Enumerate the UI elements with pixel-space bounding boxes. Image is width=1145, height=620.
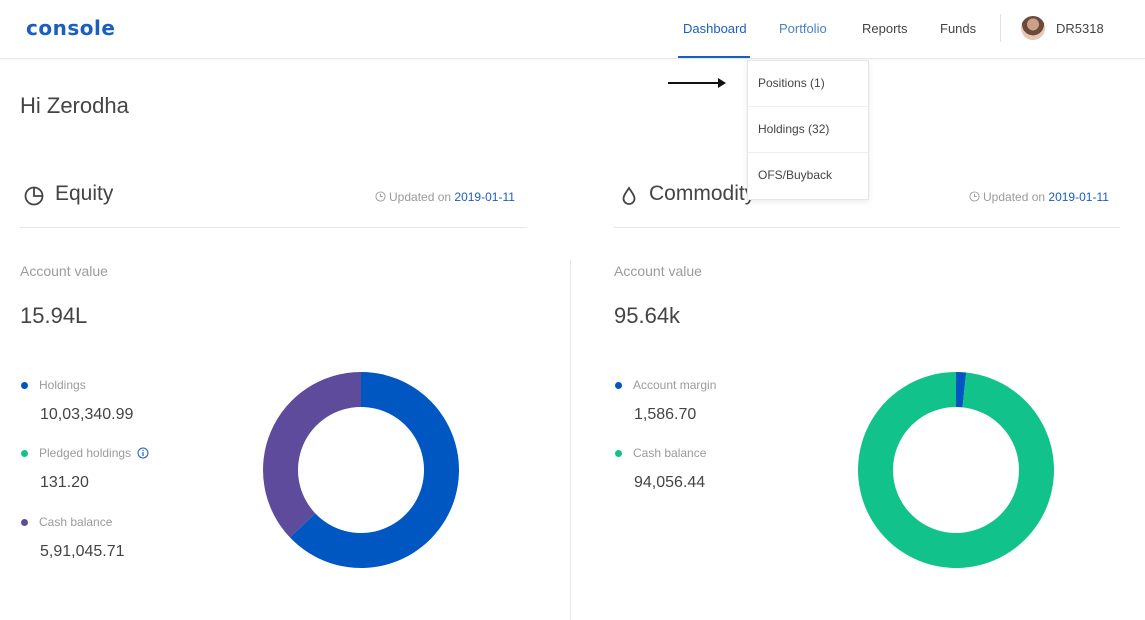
pledged-label-text: Pledged holdings bbox=[39, 446, 132, 460]
legend-dot-holdings bbox=[21, 382, 28, 389]
commodity-account-value: 95.64k bbox=[614, 303, 681, 328]
nav-active-underline bbox=[678, 56, 750, 58]
menu-item-ofs-buyback[interactable]: OFS/Buyback bbox=[748, 153, 868, 198]
commodity-account-value-label: Account value bbox=[614, 263, 702, 279]
drop-icon bbox=[622, 186, 636, 205]
info-icon[interactable] bbox=[137, 447, 149, 459]
equity-account-value-label: Account value bbox=[20, 263, 108, 279]
annotation-arrow bbox=[668, 78, 726, 88]
pie-chart-icon bbox=[24, 186, 44, 206]
console-logo[interactable]: console bbox=[26, 16, 115, 40]
updated-date[interactable]: 2019-01-11 bbox=[454, 190, 515, 204]
commodity-donut-chart bbox=[858, 372, 1054, 568]
column-divider bbox=[570, 260, 571, 620]
legend-dot-account-margin bbox=[615, 382, 622, 389]
legend-value-pledged: 131.20 bbox=[40, 474, 89, 491]
legend-label-account-margin: Account margin bbox=[633, 378, 717, 392]
equity-title: Equity bbox=[55, 182, 114, 205]
greeting: Hi Zerodha bbox=[20, 93, 129, 118]
updated-prefix: Updated on bbox=[983, 190, 1046, 204]
legend-value-commodity-cash: 94,056.44 bbox=[634, 474, 706, 491]
donut-slice-cash-balance[interactable] bbox=[263, 372, 361, 538]
legend-label-holdings: Holdings bbox=[39, 378, 86, 392]
legend-value-holdings: 10,03,340.99 bbox=[40, 406, 134, 423]
user-id[interactable]: DR5318 bbox=[1056, 21, 1104, 36]
commodity-divider bbox=[614, 227, 1120, 228]
nav-reports[interactable]: Reports bbox=[862, 21, 908, 36]
legend-dot-commodity-cash bbox=[615, 450, 622, 457]
equity-donut-chart bbox=[263, 372, 459, 568]
equity-updated: Updated on 2019-01-11 bbox=[375, 190, 515, 204]
commodity-updated: Updated on 2019-01-11 bbox=[969, 190, 1109, 204]
legend-label-commodity-cash: Cash balance bbox=[633, 446, 707, 460]
legend-dot-pledged bbox=[21, 450, 28, 457]
user-avatar[interactable] bbox=[1021, 16, 1045, 40]
clock-icon bbox=[969, 191, 980, 202]
menu-item-positions[interactable]: Positions (1) bbox=[748, 61, 868, 107]
commodity-title: Commodity bbox=[649, 182, 756, 205]
nav-dashboard[interactable]: Dashboard bbox=[683, 21, 747, 36]
equity-account-value: 15.94L bbox=[20, 303, 88, 328]
clock-icon bbox=[375, 191, 386, 202]
nav-portfolio[interactable]: Portfolio bbox=[779, 21, 827, 36]
legend-label-cash: Cash balance bbox=[39, 515, 113, 529]
nav-funds[interactable]: Funds bbox=[940, 21, 976, 36]
updated-date[interactable]: 2019-01-11 bbox=[1048, 190, 1109, 204]
portfolio-dropdown: Positions (1) Holdings (32) OFS/Buyback bbox=[747, 60, 869, 200]
equity-divider bbox=[20, 227, 527, 228]
legend-value-account-margin: 1,586.70 bbox=[634, 406, 697, 423]
donut-slice-cash-balance[interactable] bbox=[858, 372, 1054, 568]
top-header: console Dashboard Portfolio Reports Fund… bbox=[0, 0, 1145, 59]
legend-dot-cash bbox=[21, 519, 28, 526]
nav-separator bbox=[1000, 14, 1001, 42]
legend-value-cash: 5,91,045.71 bbox=[40, 543, 125, 560]
legend-label-pledged: Pledged holdings bbox=[39, 446, 149, 460]
updated-prefix: Updated on bbox=[389, 190, 452, 204]
menu-item-holdings[interactable]: Holdings (32) bbox=[748, 107, 868, 153]
